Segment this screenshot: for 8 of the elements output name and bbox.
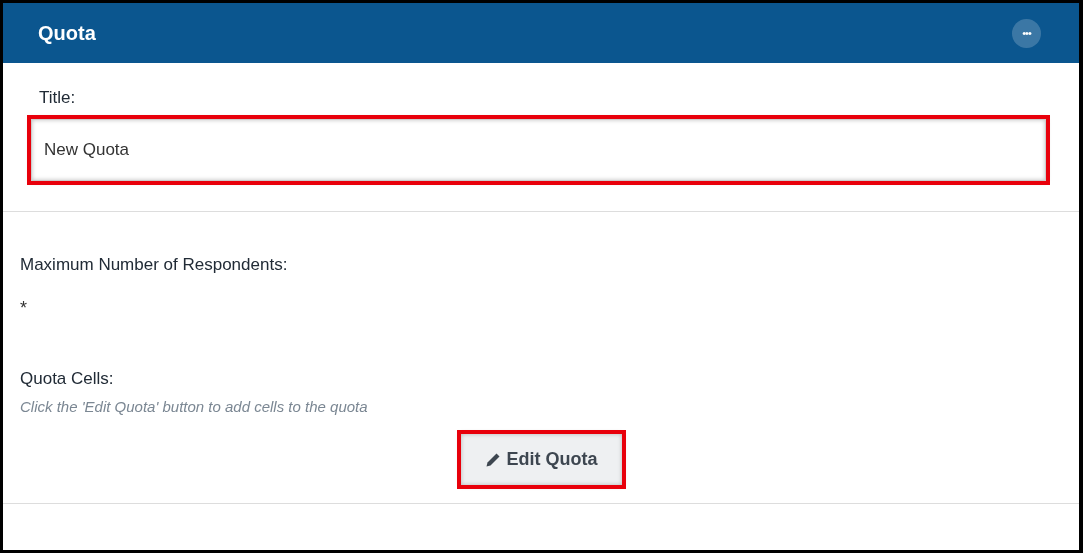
field-label: Maximum Number of Respondents:	[20, 253, 289, 276]
more-options-button[interactable]: •••	[1012, 18, 1041, 48]
hint-text: Click the 'Edit Quota' button to add cells to the quota	[20, 396, 369, 417]
field-value: *	[20, 297, 27, 320]
panel-title: Quota	[38, 21, 96, 46]
field-label: Quota Cells:	[20, 368, 115, 390]
pencil-icon	[484, 451, 501, 468]
field-label: Title:	[39, 87, 77, 109]
